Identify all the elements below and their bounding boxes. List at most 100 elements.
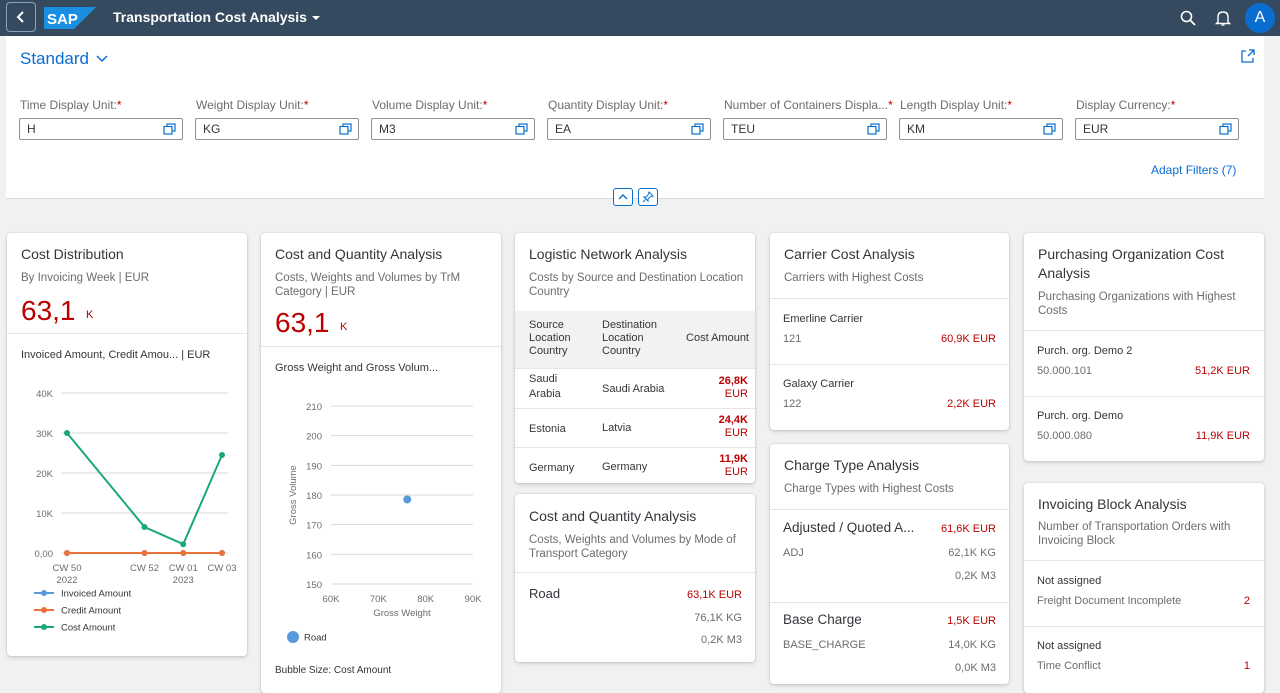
table-row[interactable]: Estonia Latvia 24,4K EUR <box>515 408 755 448</box>
kpi-value: 63,1 <box>21 295 76 326</box>
value-help-icon[interactable] <box>163 123 176 135</box>
list-item[interactable]: Not assigned Time Conflict 1 <box>1024 626 1264 691</box>
chevron-down-icon[interactable] <box>96 55 108 63</box>
card-cost-quantity-mode[interactable]: Cost and Quantity Analysis Costs, Weight… <box>515 494 755 662</box>
charge-amount: 1,5K EUR <box>947 615 996 627</box>
list-item[interactable]: Adjusted / Quoted A... 61,6K EUR ADJ 62,1K … <box>770 510 1009 603</box>
svg-text:SAP: SAP <box>47 11 78 28</box>
card-title: Logistic Network Analysis <box>529 246 687 262</box>
legend-item[interactable]: Credit Amount <box>61 606 122 617</box>
filter-label: Weight Display Unit:* <box>196 98 309 112</box>
user-avatar[interactable]: A <box>1245 3 1275 33</box>
collapse-header-button[interactable] <box>613 188 633 206</box>
app-title[interactable]: Transportation Cost Analysis <box>113 9 321 25</box>
card-logistic-network[interactable]: Logistic Network Analysis Costs by Sourc… <box>515 233 755 483</box>
data-point[interactable] <box>219 452 225 458</box>
card-cost-distribution[interactable]: Cost Distribution By Invoicing Week | EU… <box>7 233 247 656</box>
y-tick-label: 180 <box>306 491 322 502</box>
filter-input[interactable]: EA <box>547 118 711 140</box>
cost-currency: EUR <box>724 466 748 478</box>
back-button[interactable] <box>6 2 36 32</box>
list-item[interactable]: Base Charge 1,5K EUR BASE_CHARGE 14,0K KG 0,… <box>770 602 1009 684</box>
filter-input[interactable]: H <box>19 118 183 140</box>
value-help-icon[interactable] <box>515 123 528 135</box>
bell-icon[interactable] <box>1214 9 1232 27</box>
card-title: Cost and Quantity Analysis <box>275 246 443 262</box>
card-cost-quantity-trm[interactable]: Cost and Quantity Analysis Costs, Weight… <box>261 233 501 693</box>
data-point[interactable] <box>64 550 70 556</box>
card-separator <box>515 572 755 573</box>
pin-icon <box>642 191 654 203</box>
filter-input[interactable]: KM <box>899 118 1063 140</box>
filter-input[interactable]: EUR <box>1075 118 1239 140</box>
x-tick-label: 70K <box>370 594 388 605</box>
card-subtitle: Purchasing Organizations with Highest Co… <box>1038 291 1236 317</box>
data-point[interactable] <box>64 430 70 436</box>
charge-weight: 62,1K KG <box>948 547 996 559</box>
filter-input[interactable]: KG <box>195 118 359 140</box>
card-title: Purchasing Organization Cost Analysis <box>1038 246 1224 281</box>
purch-org-id: 50.000.080 <box>1037 430 1093 442</box>
value-help-icon[interactable] <box>1219 123 1232 135</box>
charge-code: BASE_CHARGE <box>783 639 866 651</box>
search-icon[interactable] <box>1179 9 1197 27</box>
carrier-id: 122 <box>783 398 802 410</box>
data-point[interactable] <box>141 524 148 530</box>
list-item[interactable]: Purch. org. Demo 2 50.000.101 51,2K EUR <box>1024 331 1264 397</box>
legend-item[interactable]: Cost Amount <box>61 623 116 634</box>
table-row[interactable]: Germany Germany 11,9K EUR <box>515 447 755 483</box>
value-help-icon[interactable] <box>1043 123 1056 135</box>
bubble-chart[interactable]: 210 200 190 180 170 160 15060K 70K 80K 90K Gross W… <box>261 388 501 648</box>
card-charge-type[interactable]: Charge Type Analysis Charge Types with H… <box>770 444 1009 684</box>
y-tick-label: 170 <box>306 521 322 532</box>
list-item[interactable]: Purch. org. Demo 50.000.080 11,9K EUR <box>1024 396 1264 461</box>
filter-input[interactable]: TEU <box>723 118 887 140</box>
destination-country: Latvia <box>602 422 632 434</box>
legend-item[interactable]: Road <box>304 633 327 644</box>
filter-value: H <box>27 122 36 136</box>
item-name[interactable]: Road <box>529 586 560 601</box>
caret-down-icon <box>311 16 320 20</box>
legend-item[interactable]: Invoiced Amount <box>61 589 132 600</box>
variant-selector[interactable]: Standard <box>20 49 89 69</box>
kpi-value: 63,1 <box>275 307 330 338</box>
card-invoicing-block[interactable]: Invoicing Block Analysis Number of Trans… <box>1024 483 1264 693</box>
filter-label: Time Display Unit:* <box>20 98 122 112</box>
charge-amount: 61,6K EUR <box>940 523 996 535</box>
card-purchasing-org[interactable]: Purchasing Organization Cost Analysis Pu… <box>1024 233 1264 461</box>
required-mark: * <box>1170 98 1176 112</box>
card-title: Charge Type Analysis <box>784 457 920 473</box>
pin-header-button[interactable] <box>638 188 658 206</box>
filter-value: KG <box>203 122 221 136</box>
share-icon[interactable] <box>1240 48 1256 64</box>
value-help-icon[interactable] <box>691 123 704 135</box>
block-count: 2 <box>1243 595 1250 607</box>
data-point[interactable] <box>219 550 225 556</box>
card-subtitle: Charge Types with Highest Costs <box>784 483 954 495</box>
list-item[interactable]: Emerline Carrier 121 60,9K EUR <box>770 299 1009 365</box>
data-point[interactable] <box>180 541 187 548</box>
filter-input[interactable]: M3 <box>371 118 535 140</box>
sap-logo[interactable]: SAP <box>44 7 96 29</box>
value-help-icon[interactable] <box>867 123 880 135</box>
card-subtitle: Number of Transportation Orders with Inv… <box>1038 521 1231 547</box>
list-item[interactable]: Not assigned Freight Document Incomplete 2 <box>1024 561 1264 627</box>
data-point[interactable] <box>141 550 148 556</box>
line-chart[interactable]: 40K 30K 20K 10K 0,00 CW 502022 CW 52 CW 012023 C… <box>7 373 247 648</box>
value-help-icon[interactable] <box>339 123 352 135</box>
kpi-unit: K <box>340 321 348 333</box>
data-point[interactable] <box>180 550 187 556</box>
table-row[interactable]: Saudi Arabia Saudi Arabia 26,8K EUR <box>515 369 755 409</box>
charge-volume: 0,0K M3 <box>955 662 996 674</box>
y-tick-label: 160 <box>306 550 322 561</box>
carrier-amount: 60,9K EUR <box>940 333 996 345</box>
list-item[interactable]: Galaxy Carrier 122 2,2K EUR <box>770 364 1009 429</box>
x-tick-label: 60K <box>323 594 341 605</box>
card-carrier-cost[interactable]: Carrier Cost Analysis Carriers with High… <box>770 233 1009 430</box>
legend-marker <box>41 590 47 596</box>
filter-value: TEU <box>731 122 755 136</box>
legend-marker <box>287 631 299 643</box>
bubble[interactable] <box>403 495 412 504</box>
adapt-filters-link[interactable]: Adapt Filters (7) <box>1151 163 1236 177</box>
legend-marker <box>41 624 47 630</box>
